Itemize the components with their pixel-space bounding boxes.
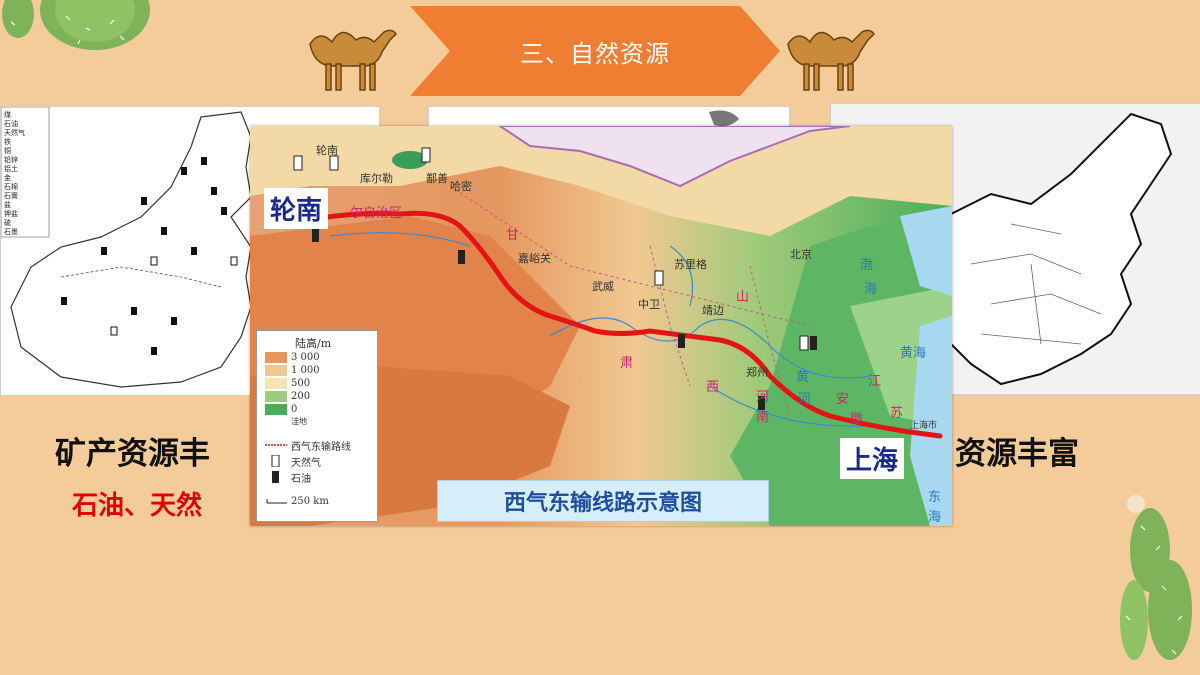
place-label: 中卫 — [638, 298, 660, 311]
water-label: 黄 — [796, 370, 810, 385]
camel-left-icon — [309, 29, 397, 91]
place-label: 鄯善 — [426, 172, 448, 185]
water-label: 河 — [798, 392, 812, 407]
legend-level: 200 — [265, 390, 310, 402]
region-label: 江 — [868, 374, 882, 389]
legend-level: 3 000 — [265, 351, 320, 363]
map-title: 西气东输线路示意图 — [437, 480, 769, 522]
region-label: 尔自治区 — [350, 206, 403, 221]
region-label: 河 — [756, 390, 770, 405]
legend-item: 铁 — [4, 138, 11, 146]
cactus-top-left-icon — [2, 0, 150, 50]
legend-item: 铜 — [4, 147, 11, 155]
legend-item: 煤 — [4, 111, 11, 119]
region-label: 安 — [836, 392, 850, 407]
cactus-bottom-right-icon — [1120, 495, 1192, 660]
legend-item: 石膏 — [4, 192, 18, 200]
region-label: 肃 — [620, 356, 634, 371]
legend-scale: 250 km — [266, 495, 329, 507]
region-label: 南 — [756, 410, 770, 425]
place-label: 库尔勒 — [360, 172, 393, 185]
legend-oil: 石油 — [265, 471, 311, 485]
place-label: 北京 — [790, 248, 812, 261]
left-heading: 矿产资源丰 — [55, 436, 210, 472]
place-label: 郑州 — [746, 366, 768, 379]
legend-item: 石油 — [4, 120, 18, 128]
legend-title: 陆高/m — [295, 337, 332, 350]
left-subheading: 石油、天然 — [72, 491, 203, 521]
place-label: 武威 — [592, 280, 614, 293]
legend-level: 洼地 — [291, 416, 307, 426]
map-legend: 陆高/m 3 000 1 000 500 200 0 洼地 西气东输路线 天然气… — [256, 330, 378, 522]
legend-level: 0 — [265, 403, 297, 415]
end-city-label: 上海 — [840, 438, 905, 479]
right-heading: 资源丰富 — [955, 436, 1079, 472]
legend-gas: 天然气 — [265, 455, 321, 469]
legend-level: 1 000 — [265, 364, 320, 376]
water-label: 海 — [864, 282, 878, 297]
camel-right-icon — [787, 29, 875, 91]
legend-item: 钾盐 — [4, 210, 18, 218]
legend-item: 铅锌 — [4, 156, 18, 164]
region-label: 徽 — [850, 412, 864, 427]
legend-item: 石棉 — [4, 183, 18, 191]
legend-item: 盐 — [4, 201, 11, 209]
mineral-legend: 煤 石油 天然气 铁 铜 铅锌 铝土 金 石棉 石膏 盐 钾盐 硫 石墨 — [4, 111, 74, 237]
place-label: 轮南 — [316, 144, 338, 157]
place-label: 嘉峪关 — [518, 252, 551, 265]
water-label: 海 — [928, 510, 942, 525]
region-label: 苏 — [890, 406, 904, 421]
start-city-label: 轮南 — [264, 188, 329, 229]
water-label: 渤 — [860, 258, 874, 273]
place-label: 靖边 — [702, 304, 724, 317]
place-label: 哈密 — [450, 180, 472, 193]
legend-item: 金 — [4, 174, 11, 182]
legend-item: 硫 — [4, 219, 11, 227]
region-label: 西 — [706, 380, 720, 395]
legend-item: 天然气 — [4, 129, 25, 137]
section-title: 三、自然资源 — [520, 39, 670, 68]
water-label: 东 — [928, 490, 942, 505]
region-label: 山 — [736, 290, 750, 305]
legend-item: 石墨 — [4, 228, 18, 236]
water-label: 黄海 — [900, 346, 927, 361]
place-label: 苏里格 — [674, 258, 707, 271]
place-label: 上海市 — [910, 421, 938, 431]
region-label: 甘 — [506, 228, 520, 243]
legend-route: 西气东输路线 — [265, 441, 351, 453]
legend-level: 500 — [265, 377, 310, 389]
legend-item: 铝土 — [4, 165, 18, 173]
